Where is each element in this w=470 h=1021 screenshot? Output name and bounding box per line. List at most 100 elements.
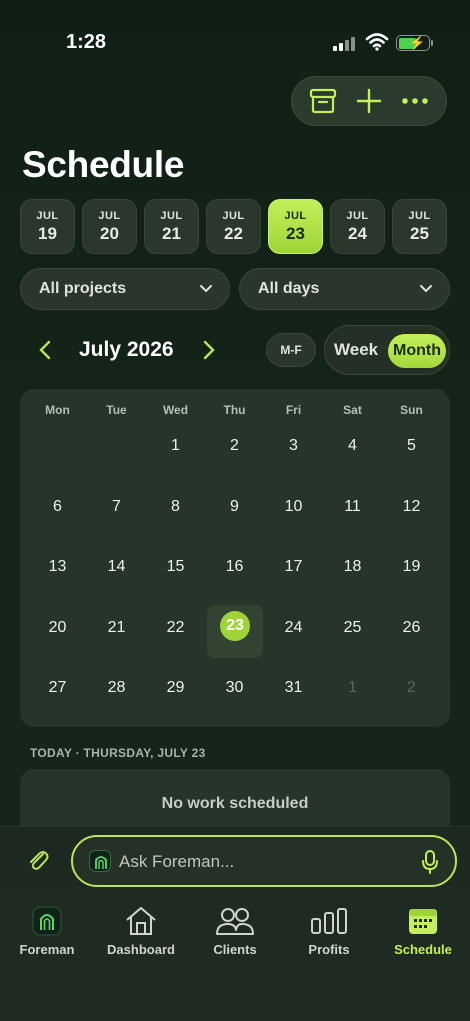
- calendar-day[interactable]: 24: [264, 613, 323, 643]
- cellular-signal-icon: [333, 35, 359, 51]
- calendar-day[interactable]: 15: [146, 552, 205, 582]
- calendar-day[interactable]: 1: [146, 431, 205, 461]
- plus-icon: [356, 88, 382, 114]
- calendar-day[interactable]: 2: [205, 431, 264, 461]
- foreman-logo-icon: [89, 850, 111, 872]
- weekday-header: Wed: [162, 403, 189, 417]
- calendar-day[interactable]: 16: [205, 552, 264, 582]
- calendar-day[interactable]: 26: [382, 613, 441, 643]
- tab-profits[interactable]: Profits: [282, 902, 376, 957]
- tab-label: Schedule: [394, 942, 452, 957]
- date-chip-day: 24: [348, 223, 367, 243]
- weekday-header: Thu: [223, 403, 246, 417]
- calendar-day[interactable]: 29: [146, 673, 205, 703]
- date-strip: JUL 19 JUL 20 JUL 21 JUL 22 JUL 23 JUL 24 JUL 25: [20, 199, 447, 254]
- week-view-tab[interactable]: Week: [334, 340, 378, 360]
- calendar-day[interactable]: 9: [205, 492, 264, 522]
- calendar-day[interactable]: 10: [264, 492, 323, 522]
- microphone-icon[interactable]: [421, 849, 439, 875]
- projects-filter[interactable]: All projects: [20, 268, 230, 310]
- weekdays-toggle[interactable]: M-F: [266, 333, 316, 367]
- calendar-day[interactable]: 4: [323, 431, 382, 461]
- chevron-down-icon: [200, 285, 212, 293]
- battery-charging-icon: ⚡: [396, 35, 433, 51]
- date-chip[interactable]: JUL 25: [392, 199, 447, 254]
- month-calendar: Mon Tue Wed Thu Fri Sat Sun 1 2 3 4 5 6 7 8 9 10 11 12 13 14…: [20, 389, 450, 727]
- calendar-day[interactable]: 13: [28, 552, 87, 582]
- calendar-day[interactable]: 25: [323, 613, 382, 643]
- bar-chart-icon: [282, 902, 376, 940]
- tab-dashboard[interactable]: Dashboard: [94, 902, 188, 957]
- date-chip-day: 19: [38, 223, 57, 243]
- date-chip-day: 22: [224, 223, 243, 243]
- calendar-day[interactable]: 27: [28, 673, 87, 703]
- date-chip[interactable]: JUL 19: [20, 199, 75, 254]
- prev-month-button[interactable]: [34, 338, 56, 362]
- calendar-day[interactable]: 7: [87, 492, 146, 522]
- tab-bar: Foreman Dashboard Clients Profits Schedule: [0, 892, 470, 1021]
- attach-button[interactable]: [26, 848, 50, 874]
- calendar-day[interactable]: 3: [264, 431, 323, 461]
- archive-icon: [309, 88, 337, 114]
- date-chip[interactable]: JUL 21: [144, 199, 199, 254]
- date-chip-month: JUL: [346, 209, 369, 222]
- calendar-day[interactable]: 1: [323, 673, 382, 703]
- weekday-header: Mon: [45, 403, 70, 417]
- tab-foreman[interactable]: Foreman: [0, 902, 94, 957]
- calendar-day[interactable]: 22: [146, 613, 205, 643]
- tab-label: Dashboard: [107, 942, 175, 957]
- month-view-tab[interactable]: Month: [388, 334, 446, 368]
- tab-clients[interactable]: Clients: [188, 902, 282, 957]
- more-button[interactable]: [398, 84, 432, 118]
- date-chip-month: JUL: [408, 209, 431, 222]
- page-title: Schedule: [22, 144, 185, 185]
- add-button[interactable]: [352, 84, 386, 118]
- calendar-day[interactable]: 5: [382, 431, 441, 461]
- date-chip[interactable]: JUL 24: [330, 199, 385, 254]
- weekday-header: Tue: [106, 403, 127, 417]
- calendar-day[interactable]: 6: [28, 492, 87, 522]
- month-label: July 2026: [79, 338, 174, 361]
- weekday-header: Fri: [285, 403, 302, 417]
- weekday-header: Sun: [400, 403, 423, 417]
- calendar-day[interactable]: 11: [323, 492, 382, 522]
- date-chip-day: 20: [100, 223, 119, 243]
- calendar-day[interactable]: 28: [87, 673, 146, 703]
- next-month-button[interactable]: [198, 338, 220, 362]
- ask-input[interactable]: Ask Foreman...: [71, 835, 457, 887]
- calendar-day[interactable]: 17: [264, 552, 323, 582]
- calendar-day[interactable]: 20: [28, 613, 87, 643]
- date-chip-month: JUL: [284, 209, 307, 222]
- calendar-day[interactable]: 21: [87, 613, 146, 643]
- clients-icon: [188, 902, 282, 940]
- view-switcher: Week Month: [324, 325, 450, 375]
- calendar-day[interactable]: 30: [205, 673, 264, 703]
- header-actions: [291, 76, 447, 126]
- days-filter-label: All days: [258, 280, 320, 297]
- calendar-day[interactable]: 19: [382, 552, 441, 582]
- tab-schedule[interactable]: Schedule: [376, 902, 470, 957]
- date-chip[interactable]: JUL 23: [268, 199, 323, 254]
- date-chip[interactable]: JUL 20: [82, 199, 137, 254]
- calendar-icon: [376, 902, 470, 940]
- more-icon: [402, 98, 428, 104]
- date-chip-month: JUL: [160, 209, 183, 222]
- home-icon: [94, 902, 188, 940]
- calendar-day-today[interactable]: 23: [220, 611, 250, 641]
- status-time: 1:28: [66, 31, 107, 53]
- date-chip-month: JUL: [222, 209, 245, 222]
- tab-label: Clients: [213, 942, 257, 957]
- calendar-day[interactable]: 8: [146, 492, 205, 522]
- archive-button[interactable]: [306, 84, 340, 118]
- date-chip[interactable]: JUL 22: [206, 199, 261, 254]
- calendar-day[interactable]: 2: [382, 673, 441, 703]
- days-filter[interactable]: All days: [239, 268, 450, 310]
- weekday-header: Sat: [343, 403, 362, 417]
- wifi-icon: [365, 33, 389, 51]
- projects-filter-label: All projects: [39, 280, 127, 297]
- date-chip-month: JUL: [98, 209, 121, 222]
- calendar-day[interactable]: 31: [264, 673, 323, 703]
- calendar-day[interactable]: 18: [323, 552, 382, 582]
- calendar-day[interactable]: 14: [87, 552, 146, 582]
- calendar-day[interactable]: 12: [382, 492, 441, 522]
